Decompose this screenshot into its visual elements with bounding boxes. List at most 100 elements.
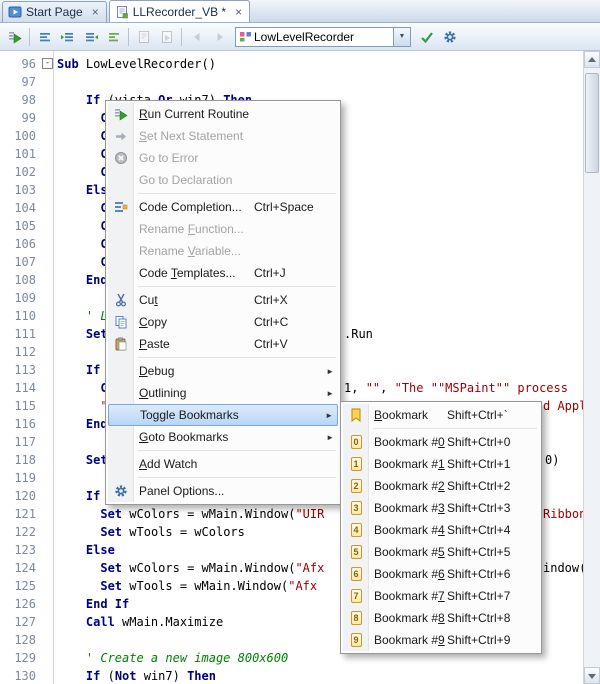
bookmark-6-icon: 6 bbox=[343, 567, 369, 581]
scrollbar-thumb[interactable] bbox=[585, 73, 599, 173]
bookmark-digit: 6 bbox=[351, 567, 362, 581]
menu-item-goto-bookmarks[interactable]: Goto Bookmarks► bbox=[108, 426, 338, 448]
navigate-back-icon bbox=[185, 26, 208, 48]
run-icon bbox=[108, 107, 134, 121]
syntax-check-icon[interactable] bbox=[415, 26, 438, 48]
code-segment: wTools = wColors bbox=[122, 525, 245, 539]
format-lines-3-icon[interactable] bbox=[79, 26, 102, 48]
bookmark-1-icon: 1 bbox=[343, 457, 369, 471]
code-text: C bbox=[57, 163, 108, 181]
menu-item-bookmark-7[interactable]: 7Bookmark #7Shift+Ctrl+7 bbox=[343, 585, 539, 607]
menu-item-code-completion[interactable]: Code Completion...Ctrl+Space bbox=[108, 196, 338, 218]
menu-item-label: Bookmark #9 bbox=[369, 633, 445, 647]
code-segment: "Afx bbox=[295, 561, 324, 575]
tab-start-page[interactable]: Start Page× bbox=[2, 1, 107, 22]
code-text: End bbox=[57, 271, 108, 289]
menu-item-rename-function: Rename Function... bbox=[108, 218, 338, 240]
menu-item-code-templates[interactable]: Code Templates...Ctrl+J bbox=[108, 262, 338, 284]
code-segment: "UIR bbox=[295, 507, 324, 521]
menu-item-label: Bookmark #0 bbox=[369, 435, 445, 449]
menu-separator bbox=[138, 357, 336, 358]
copy-icon bbox=[108, 315, 134, 329]
bookmark-5-icon: 5 bbox=[343, 545, 369, 559]
menu-item-paste[interactable]: PasteCtrl+V bbox=[108, 333, 338, 355]
fold-collapse-icon[interactable]: - bbox=[42, 58, 53, 69]
code-segment: indow( bbox=[543, 561, 586, 575]
arrow-up-icon bbox=[588, 57, 596, 63]
scroll-up-button[interactable] bbox=[584, 51, 600, 68]
menu-item-copy[interactable]: Copy Ctrl+C bbox=[108, 311, 338, 333]
tab-label: LLRecorder_VB * bbox=[133, 5, 226, 19]
menu-item-shortcut: Shift+Ctrl+3 bbox=[447, 501, 539, 515]
menu-item-shortcut: Shift+Ctrl+2 bbox=[447, 479, 539, 493]
menu-item-bookmark-4[interactable]: 4Bookmark #4Shift+Ctrl+4 bbox=[343, 519, 539, 541]
cut-icon bbox=[108, 293, 134, 307]
format-lines-4-icon[interactable] bbox=[102, 26, 125, 48]
menu-item-bookmark-1[interactable]: 1Bookmark #1Shift+Ctrl+1 bbox=[343, 453, 539, 475]
menu-item-bookmark-5[interactable]: 5Bookmark #5Shift+Ctrl+5 bbox=[343, 541, 539, 563]
menu-item-add-watch[interactable]: Add Watch bbox=[108, 453, 338, 475]
code-line-97 bbox=[0, 73, 583, 91]
bookmark-icon bbox=[343, 408, 369, 422]
menu-item-label: Bookmark #1 bbox=[369, 457, 445, 471]
menu-item-shortcut: Shift+Ctrl+4 bbox=[447, 523, 539, 537]
code-segment: ( bbox=[100, 669, 114, 683]
code-segment: End If bbox=[86, 597, 129, 611]
code-fragment: 1, "", "The ""MSPaint"" process bbox=[344, 379, 568, 397]
code-line-96: Sub LowLevelRecorder() bbox=[0, 55, 583, 73]
menu-item-toggle-bookmarks[interactable]: Toggle Bookmarks► bbox=[108, 404, 338, 426]
toolbar-right-group bbox=[415, 26, 461, 48]
routine-combobox[interactable]: LowLevelRecorder ▼ bbox=[235, 27, 411, 47]
format-lines-1-icon[interactable] bbox=[33, 26, 56, 48]
menu-item-label: Bookmark #2 bbox=[369, 479, 445, 493]
code-segment: win7) bbox=[137, 669, 188, 683]
scroll-down-button[interactable] bbox=[584, 667, 600, 684]
code-text: C bbox=[57, 109, 108, 127]
menu-item-label: Goto Bookmarks bbox=[134, 430, 228, 444]
menu-item-debug[interactable]: Debug► bbox=[108, 360, 338, 382]
menu-item-run-current-routine[interactable]: Run Current Routine bbox=[108, 103, 338, 125]
run-current-routine-icon[interactable] bbox=[3, 26, 26, 48]
menu-item-shortcut: Ctrl+C bbox=[254, 315, 338, 329]
code-segment bbox=[57, 489, 86, 503]
code-segment: If bbox=[86, 93, 100, 107]
menu-item-label: Copy bbox=[134, 315, 167, 329]
code-text: Call wMain.Maximize bbox=[57, 613, 223, 631]
menu-item-outlining[interactable]: Outlining► bbox=[108, 382, 338, 404]
menu-item-bookmark-9[interactable]: 9Bookmark #9Shift+Ctrl+9 bbox=[343, 629, 539, 651]
menu-item-rename-variable: Rename Variable... bbox=[108, 240, 338, 262]
tab-close-icon[interactable]: × bbox=[233, 7, 244, 17]
code-text: End bbox=[57, 415, 108, 433]
menu-item-bookmark[interactable]: BookmarkShift+Ctrl+` bbox=[343, 404, 539, 426]
menu-item-label: Rename Function... bbox=[134, 222, 244, 236]
submenu-arrow-icon: ► bbox=[326, 389, 334, 398]
tab-llrecorder-vb[interactable]: LLRecorder_VB * × bbox=[109, 0, 250, 22]
combo-dropdown-button[interactable]: ▼ bbox=[393, 28, 410, 46]
vertical-scrollbar[interactable] bbox=[583, 51, 600, 684]
chevron-down-icon: ▼ bbox=[399, 33, 406, 40]
menu-item-cut[interactable]: CutCtrl+X bbox=[108, 289, 338, 311]
menu-item-bookmark-8[interactable]: 8Bookmark #8Shift+Ctrl+8 bbox=[343, 607, 539, 629]
menu-item-bookmark-3[interactable]: 3Bookmark #3Shift+Ctrl+3 bbox=[343, 497, 539, 519]
menu-item-panel-options[interactable]: Panel Options... bbox=[108, 480, 338, 502]
format-lines-2-icon[interactable] bbox=[56, 26, 79, 48]
toolbar-separator bbox=[128, 28, 129, 46]
menu-item-bookmark-0[interactable]: 0Bookmark #0Shift+Ctrl+0 bbox=[343, 431, 539, 453]
menu-item-label: Go to Declaration bbox=[134, 173, 232, 187]
code-segment bbox=[57, 507, 100, 521]
menu-item-bookmark-6[interactable]: 6Bookmark #6Shift+Ctrl+6 bbox=[343, 563, 539, 585]
code-segment bbox=[57, 417, 86, 431]
menu-item-label: Bookmark #7 bbox=[369, 589, 445, 603]
menu-item-shortcut: Ctrl+V bbox=[254, 337, 338, 351]
menu-item-go-to-declaration: Go to Declaration bbox=[108, 169, 338, 191]
code-segment: , bbox=[380, 381, 394, 395]
menu-item-bookmark-2[interactable]: 2Bookmark #2Shift+Ctrl+2 bbox=[343, 475, 539, 497]
menu-item-shortcut: Shift+Ctrl+5 bbox=[447, 545, 539, 559]
tab-close-icon[interactable]: × bbox=[90, 7, 101, 17]
code-text: Sub LowLevelRecorder() bbox=[57, 55, 216, 73]
panel-options-icon[interactable] bbox=[438, 26, 461, 48]
code-segment bbox=[57, 165, 100, 179]
menu-item-label: Bookmark #3 bbox=[369, 501, 445, 515]
code-segment: 0) bbox=[545, 453, 559, 467]
unit-file-icon bbox=[115, 5, 129, 19]
